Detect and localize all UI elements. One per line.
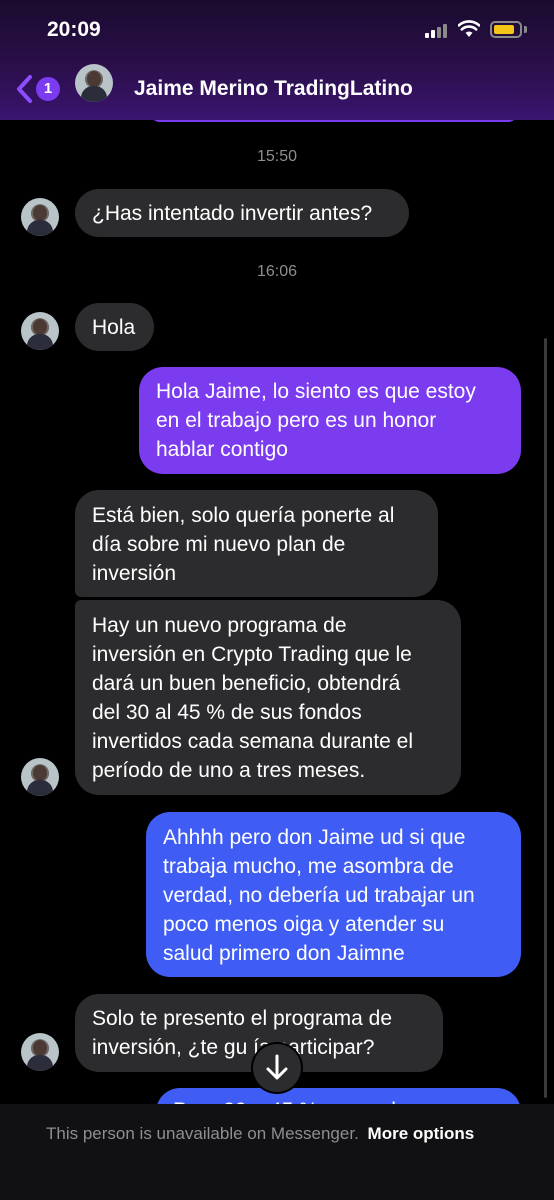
message-line: Hay un nuevo programa de xyxy=(92,614,347,637)
sender-avatar[interactable] xyxy=(21,312,59,350)
unread-badge[interactable]: 1 xyxy=(36,77,60,101)
timestamp: 15:50 xyxy=(256,148,298,165)
message-line: inversión xyxy=(92,562,177,585)
contact-avatar[interactable] xyxy=(75,64,113,102)
unavailable-notice: This person is unavailable on Messenger. xyxy=(46,1124,359,1143)
message-bubble-outgoing[interactable]: Ahhhh pero don Jaime ud si que trabaja m… xyxy=(146,812,521,977)
message-line: Hola xyxy=(92,316,136,339)
message-line: invertidos cada semana durante el xyxy=(92,730,414,753)
message-line: verdad, no debería ud trabajar un xyxy=(163,884,475,907)
status-bar: 20:09 xyxy=(0,0,554,60)
sender-avatar[interactable] xyxy=(21,198,59,236)
nav-bar: 1 Jaime Merino TradingLatino xyxy=(0,62,554,118)
battery-cap xyxy=(524,26,527,33)
scroll-to-bottom-button[interactable] xyxy=(253,1044,301,1092)
message-bubble-incoming[interactable]: Hay un nuevo programa de inversión en Cr… xyxy=(75,600,461,795)
message-line: hablar contigo xyxy=(156,438,288,461)
message-bubble-outgoing[interactable]: Hola Jaime, lo siento es que estoy en el… xyxy=(139,367,521,474)
scrollbar[interactable] xyxy=(544,338,547,1098)
message-bubble-incoming[interactable]: Está bien, solo quería ponerte al día so… xyxy=(75,490,438,597)
message-line: Ahhhh pero don Jaime ud si que xyxy=(163,826,466,849)
message-line: en el trabajo pero es un honor xyxy=(156,409,437,432)
message-line: período de uno a tres meses. xyxy=(92,759,366,782)
battery-icon xyxy=(490,21,522,38)
unavailable-footer: This person is unavailable on Messenger.… xyxy=(0,1104,554,1200)
message-line: Solo te presento el programa de xyxy=(92,1007,393,1030)
sender-avatar[interactable] xyxy=(21,758,59,796)
timestamp: 16:06 xyxy=(256,263,298,280)
message-line: inversión en Crypto Trading que le xyxy=(92,643,412,666)
status-time: 20:09 xyxy=(47,18,101,41)
message-line: ¿Has intentado invertir antes? xyxy=(92,202,373,225)
message-line: Está bien, solo quería ponerte al xyxy=(92,504,395,527)
chat-header: 20:09 1 Jaime Merino TradingLatino xyxy=(0,0,554,120)
message-line: poco menos oiga y atender su xyxy=(163,913,445,936)
sender-avatar[interactable] xyxy=(21,1033,59,1071)
footer-notice: This person is unavailable on Messenger.… xyxy=(46,1124,474,1144)
more-options-link[interactable]: More options xyxy=(368,1124,475,1143)
cellular-signal-icon xyxy=(425,24,449,38)
message-bubble-incoming[interactable]: Hola xyxy=(75,303,154,351)
contact-name[interactable]: Jaime Merino TradingLatino xyxy=(134,77,413,101)
message-line: salud primero don Jaimne xyxy=(163,942,405,965)
message-line: trabaja mucho, me asombra de xyxy=(163,855,454,878)
arrow-down-icon xyxy=(266,1054,288,1080)
message-line: dará un buen beneficio, obtendrá xyxy=(92,672,401,695)
wifi-icon xyxy=(458,20,480,37)
message-bubble-incoming[interactable]: ¿Has intentado invertir antes? xyxy=(75,189,409,237)
message-line: Hola Jaime, lo siento es que estoy xyxy=(156,380,476,403)
message-line: del 30 al 45 % de sus fondos xyxy=(92,701,362,724)
chevron-left-icon[interactable] xyxy=(14,72,36,106)
message-line: día sobre mi nuevo plan de xyxy=(92,533,346,556)
